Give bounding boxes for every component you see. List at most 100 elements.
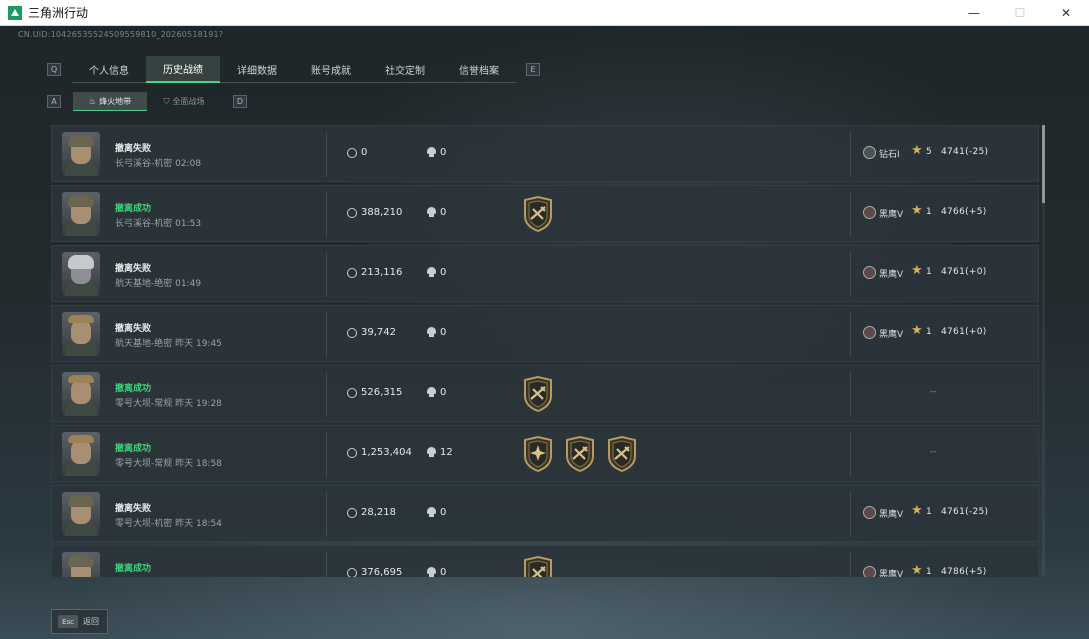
star-icon: ★ [911, 143, 923, 158]
rank-score: 4761(+0) [941, 327, 987, 337]
extraction-status: 撤离失败 [115, 144, 152, 154]
tab-detailed-data[interactable]: 详细数据 [220, 56, 294, 83]
tab-social-custom[interactable]: 社交定制 [368, 56, 442, 83]
rank-emblem-icon [863, 266, 876, 279]
rank-name: 黑鹰V [879, 210, 904, 220]
match-record-row[interactable]: 撤离失败 航天基地-绝密 昨天 19:45 39,742 0 黑鹰V ★ 1 4761(+0) [51, 305, 1039, 362]
column-divider [850, 312, 851, 357]
coin-icon [347, 208, 357, 218]
operator-avatar [62, 192, 100, 236]
column-divider [850, 492, 851, 537]
match-record-row[interactable]: 撤离失败 零号大坝-机密 昨天 18:54 28,218 0 黑鹰V ★ 1 4761(-25… [51, 485, 1039, 542]
column-divider [850, 372, 851, 417]
star-count: 1 [926, 567, 932, 577]
player-uid: CN.UID:10426535524509559810_20260518191? [18, 30, 224, 39]
tab-match-history[interactable]: 历史战绩 [146, 56, 220, 83]
star-count: 1 [926, 507, 932, 517]
burst-medal-icon [524, 436, 552, 472]
medal-badges [522, 556, 554, 577]
column-divider [326, 492, 327, 537]
map-and-time: 航天基地-绝密 昨天 19:45 [115, 339, 222, 349]
column-divider [326, 552, 327, 577]
operator-avatar [62, 492, 100, 536]
map-and-time: 航天基地-绝密 01:49 [115, 279, 202, 289]
rank-name: 黑鹰V [879, 330, 904, 340]
esc-key-hint: Esc [58, 615, 78, 628]
avatar-headgear [68, 195, 94, 207]
star-count: 1 [926, 207, 932, 217]
star-icon: ★ [911, 503, 923, 518]
skull-icon [427, 207, 436, 218]
minimize-button[interactable]: — [951, 0, 997, 26]
back-button[interactable]: Esc 返回 [51, 609, 108, 634]
extraction-status: 撤离失败 [115, 264, 152, 274]
operator-avatar [62, 252, 100, 296]
subtab-label: 全面战场 [172, 97, 205, 106]
skull-icon [427, 387, 436, 398]
extraction-status: 撤离失败 [115, 504, 152, 514]
avatar-head [71, 440, 91, 464]
match-record-row[interactable]: 撤离成功 长弓溪谷-机密 01:53 388,210 0 黑鹰V ★ 1 4766(+5) [51, 185, 1039, 242]
loot-value: 28,218 [361, 507, 396, 518]
extraction-status: 撤离成功 [115, 564, 152, 574]
operator-avatar [62, 552, 100, 577]
match-record-row[interactable]: 撤离成功零号大坝-机密 昨天 18:44 376,695 0 黑鹰V ★1 4786(+5… [51, 545, 1039, 577]
tab-personal-info[interactable]: 个人信息 [72, 56, 146, 83]
game-screen: CN.UID:10426535524509559810_20260518191?… [0, 26, 1089, 639]
column-divider [850, 252, 851, 297]
tab-credit-record[interactable]: 信誉档案 [442, 56, 516, 83]
medal-badges [522, 436, 638, 472]
prev-subtab-key-hint[interactable]: A [47, 95, 61, 108]
main-tabs: 个人信息 历史战绩 详细数据 账号成就 社交定制 信誉档案 [72, 56, 516, 83]
match-record-row[interactable]: 撤离失败 航天基地-绝密 01:49 213,116 0 黑鹰V ★ 1 4761(+0) [51, 245, 1039, 302]
extraction-status: 撤离成功 [115, 444, 152, 454]
match-record-row[interactable]: 撤离成功 零号大坝-常规 昨天 19:28 526,315 0 -- [51, 365, 1039, 422]
list-scrollbar[interactable] [1042, 125, 1045, 577]
loot-value: 388,210 [361, 207, 403, 218]
close-button[interactable]: ✕ [1043, 0, 1089, 26]
avatar-body [65, 404, 97, 416]
next-tab-key-hint[interactable]: E [526, 63, 540, 76]
rank-score: 4786(+5) [941, 567, 987, 577]
tab-achievements[interactable]: 账号成就 [294, 56, 368, 83]
star-icon: ★ [911, 323, 923, 338]
avatar-headgear [68, 375, 94, 383]
loot-value: 213,116 [361, 267, 403, 278]
rank-placeholder: -- [930, 447, 937, 457]
operator-avatar [62, 312, 100, 356]
coin-icon [347, 388, 357, 398]
avatar-head [71, 320, 91, 344]
skull-icon [427, 507, 436, 518]
loot-value: 1,253,404 [361, 447, 412, 458]
maximize-button[interactable]: ☐ [997, 0, 1043, 26]
rank-score: 4741(-25) [941, 147, 989, 157]
column-divider [850, 552, 851, 577]
next-subtab-key-hint[interactable]: D [233, 95, 247, 108]
subtab-full-battlefield[interactable]: ⛉ 全面战场 [147, 92, 221, 111]
coin-icon [347, 328, 357, 338]
app-logo-icon [8, 5, 22, 20]
rank-emblem-icon [863, 506, 876, 519]
shield-icon: ⛉ [163, 96, 170, 106]
window-title: 三角洲行动 [28, 6, 89, 20]
scrollbar-thumb[interactable] [1042, 125, 1045, 203]
kill-count: 0 [440, 267, 447, 278]
subtab-extraction-zone[interactable]: ♨ 烽火地带 [73, 92, 147, 111]
match-record-row[interactable]: 撤离失败 长弓溪谷-机密 02:08 0 0 钻石Ⅰ ★ 5 4741(-25) [51, 125, 1039, 182]
prev-tab-key-hint[interactable]: Q [47, 63, 61, 76]
map-and-time: 零号大坝-常规 昨天 19:28 [115, 399, 222, 409]
flame-icon: ♨ [88, 96, 97, 106]
rank-emblem-icon [863, 566, 876, 577]
avatar-headgear [68, 555, 94, 567]
kill-count: 12 [440, 447, 453, 458]
map-and-time: 零号大坝-常规 昨天 18:58 [115, 459, 222, 469]
match-record-row[interactable]: 撤离成功零号大坝-常规 昨天 18:58 1,253,404 12 -- [51, 425, 1039, 482]
star-icon: ★ [911, 563, 923, 577]
rifle-medal-icon [524, 376, 552, 412]
star-count: 1 [926, 267, 932, 277]
rank-emblem-icon [863, 146, 876, 159]
map-and-time: 长弓溪谷-机密 02:08 [115, 159, 202, 169]
rank-name: 黑鹰V [879, 570, 904, 577]
skull-icon [427, 447, 436, 458]
medal-badges [522, 376, 554, 412]
